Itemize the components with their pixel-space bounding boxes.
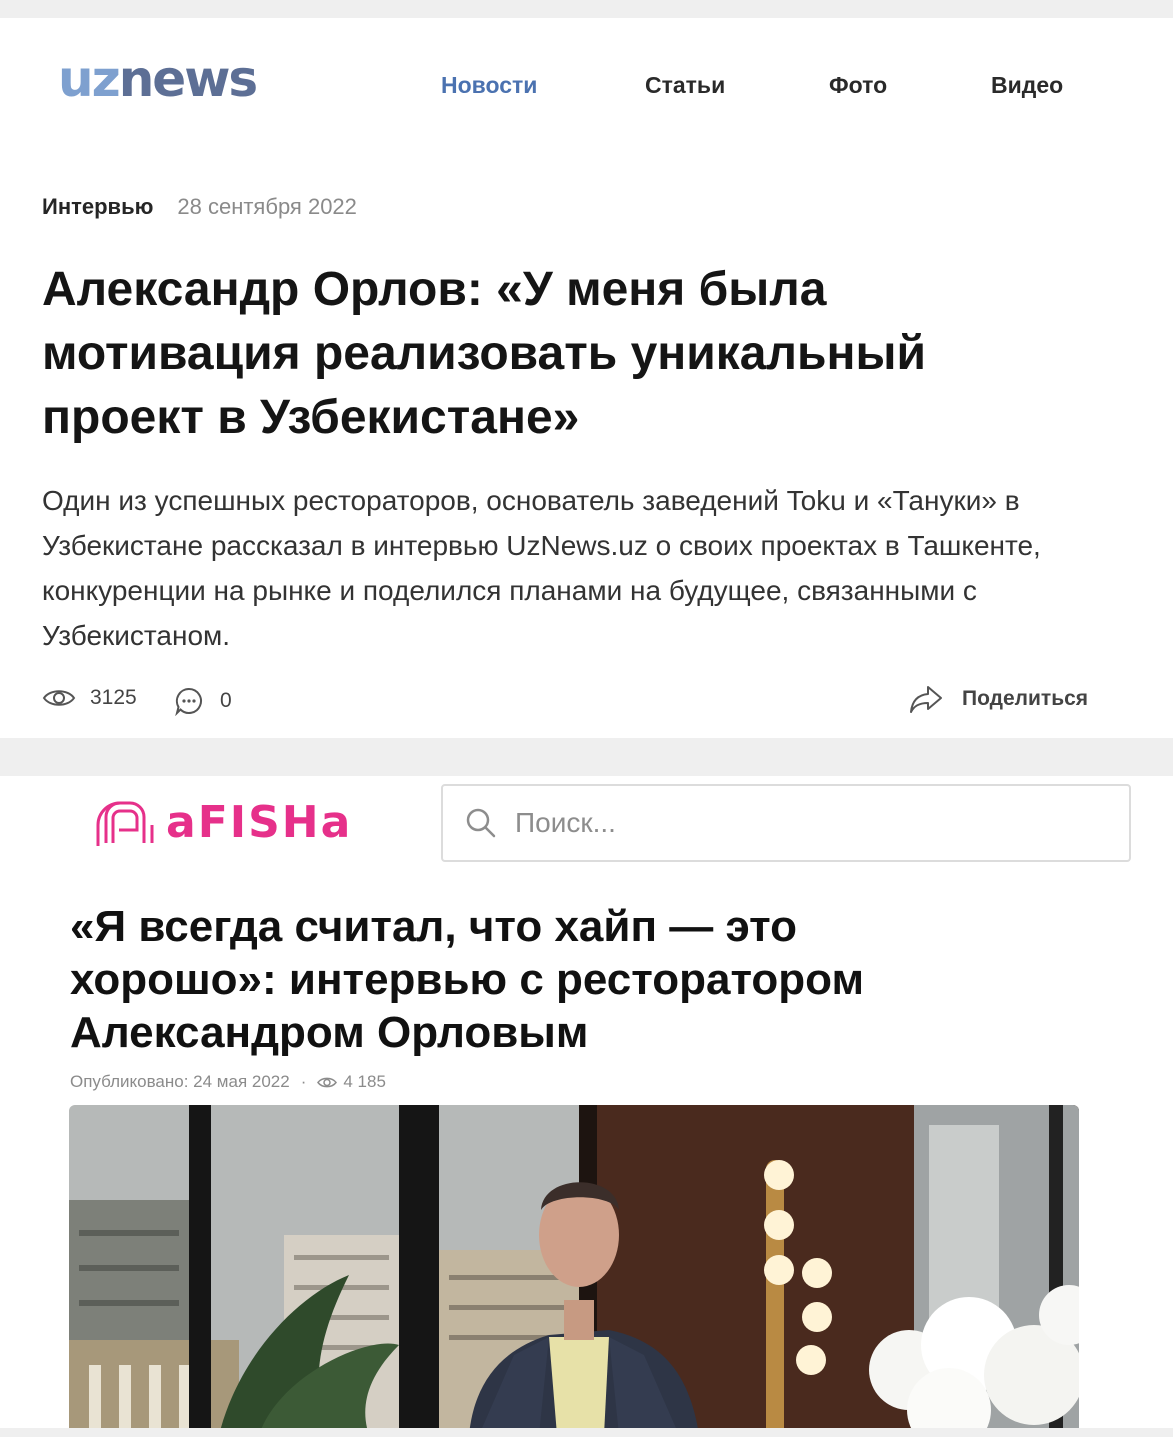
comments-count: 0 <box>220 689 232 712</box>
published-date: Опубликовано: 24 мая 2022 <box>70 1072 290 1091</box>
article-date: 28 сентября 2022 <box>177 194 357 219</box>
comments-counter[interactable]: 0 <box>174 686 232 716</box>
nav-item-photo[interactable]: Фото <box>829 72 887 99</box>
views-counter: 3125 <box>42 686 137 710</box>
nav-item-articles[interactable]: Статьи <box>645 72 725 99</box>
nav-item-video[interactable]: Видео <box>991 72 1063 99</box>
uznews-panel: uznews Новости Статьи Фото Видео Интервь… <box>0 18 1173 738</box>
views-count: 4 185 <box>343 1072 386 1091</box>
article-photo <box>69 1105 1079 1428</box>
article-title: «Я всегда считал, что хайп — это хорошо»… <box>70 902 865 1057</box>
eye-icon <box>317 1077 338 1087</box>
article-stats: 3125 0 Поделиться <box>42 684 1142 716</box>
views-count: 3125 <box>90 686 137 709</box>
share-icon <box>910 686 942 713</box>
afisha-panel: aFISHa «Я всегда считал, что хайп — это … <box>0 776 1173 1428</box>
search-box[interactable] <box>441 784 1131 862</box>
eye-icon <box>42 690 76 706</box>
meta-separator: · <box>300 1072 307 1091</box>
afisha-logo-text: aFISHa <box>166 797 353 848</box>
category-label[interactable]: Интервью <box>42 194 153 219</box>
article-meta: Опубликовано: 24 мая 2022 · 4 185 <box>70 1072 386 1092</box>
afisha-logo-mark <box>96 801 154 846</box>
article-meta: Интервью 28 сентября 2022 <box>42 194 357 220</box>
nav-item-news[interactable]: Новости <box>441 72 537 99</box>
afisha-logo[interactable]: aFISHa <box>94 800 352 846</box>
article-lead: Один из успешных рестораторов, основател… <box>42 485 1041 651</box>
main-nav: Новости Статьи Фото Видео <box>0 72 1173 102</box>
comment-icon <box>175 687 202 716</box>
share-label: Поделиться <box>962 687 1089 710</box>
search-icon <box>466 808 496 838</box>
article-title: Александр Орлов: «У меня была мотивация … <box>42 263 926 444</box>
share-button[interactable]: Поделиться <box>908 684 1088 714</box>
search-input[interactable] <box>515 807 1095 839</box>
